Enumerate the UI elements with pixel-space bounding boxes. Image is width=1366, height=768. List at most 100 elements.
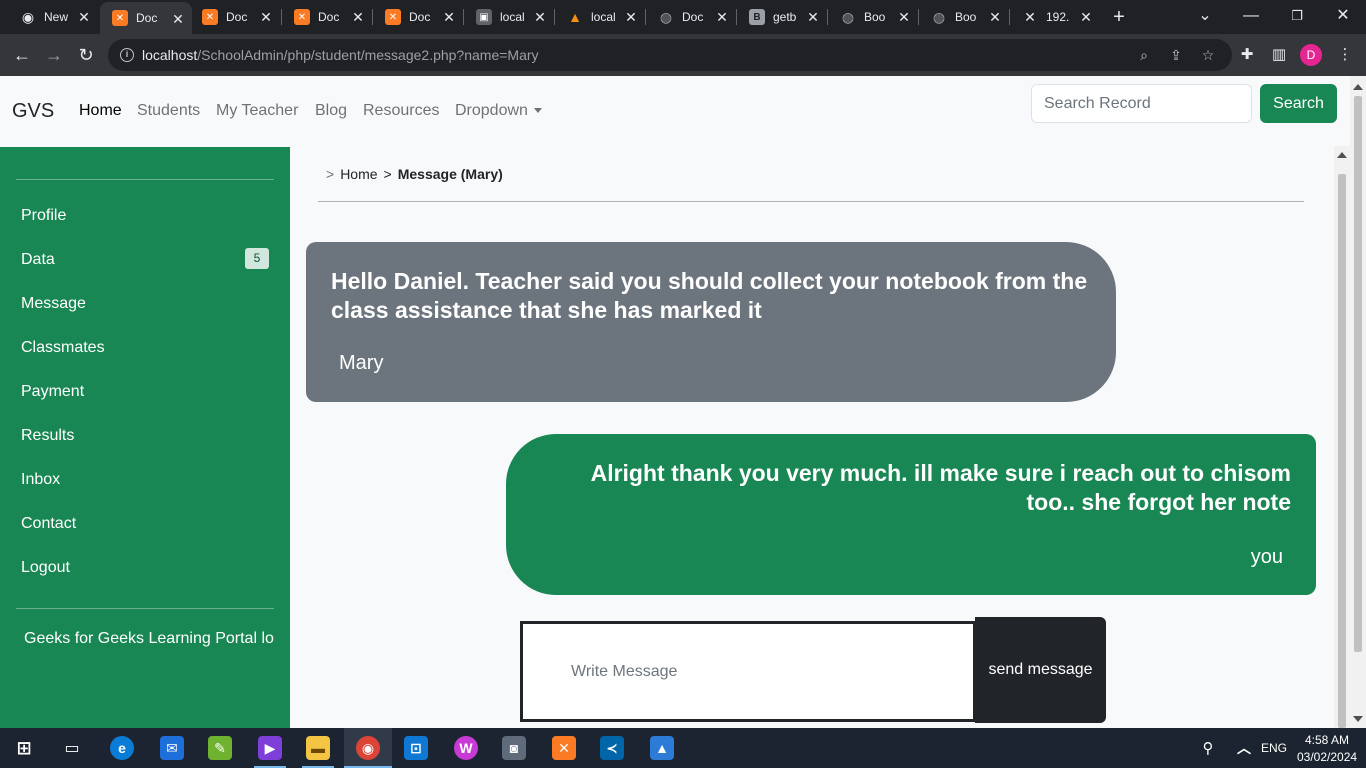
sidebar-item-classmates[interactable]: Classmates xyxy=(21,339,105,357)
zoom-search-icon[interactable]: ⌕ xyxy=(1136,47,1152,63)
tray-chevron-up-icon[interactable]: ︿ xyxy=(1232,736,1256,760)
nav-link-students[interactable]: Students xyxy=(137,102,200,120)
send-message-button[interactable]: send message xyxy=(975,617,1106,723)
chrome-taskbar-icon[interactable]: ◉ xyxy=(356,736,380,760)
clock-time[interactable]: 4:58 AM xyxy=(1305,733,1349,747)
profile-avatar[interactable]: D xyxy=(1300,44,1322,66)
close-window-button[interactable]: ✕ xyxy=(1320,4,1366,28)
scroll-down-arrow-icon[interactable] xyxy=(1353,716,1363,722)
clock-date[interactable]: 03/02/2024 xyxy=(1297,750,1357,764)
close-icon[interactable]: ✕ xyxy=(1078,9,1094,25)
close-icon[interactable]: ✕ xyxy=(987,9,1003,25)
visual-studio-icon[interactable]: ▶ xyxy=(258,736,282,760)
close-icon[interactable]: ✕ xyxy=(350,9,366,25)
brand-logo[interactable]: GVS xyxy=(12,100,54,123)
url-text[interactable]: localhost/SchoolAdmin/php/student/messag… xyxy=(142,47,539,63)
tab-title: Boo xyxy=(864,10,886,24)
camera-icon[interactable]: ◙ xyxy=(502,736,526,760)
close-icon[interactable]: ✕ xyxy=(623,9,639,25)
nav-link-my-teacher[interactable]: My Teacher xyxy=(216,102,298,120)
search-record-input[interactable] xyxy=(1031,84,1252,123)
tab-title: local xyxy=(500,10,525,24)
nav-dropdown-toggle[interactable]: Dropdown xyxy=(455,102,542,120)
nav-link-blog[interactable]: Blog xyxy=(315,102,347,120)
reload-icon[interactable]: ↻ xyxy=(74,43,98,67)
sidebar-item-payment[interactable]: Payment xyxy=(21,383,84,401)
people-icon[interactable]: ⚲ xyxy=(1196,736,1220,760)
tab-5[interactable]: ✕ Doc ✕ xyxy=(373,0,463,34)
sidebar-item-logout[interactable]: Logout xyxy=(21,559,70,577)
minimize-button[interactable]: — xyxy=(1228,4,1274,28)
close-icon[interactable]: ✕ xyxy=(805,9,821,25)
tab-1[interactable]: ◉ New ✕ xyxy=(8,0,98,34)
sidebar-item-contact[interactable]: Contact xyxy=(21,515,76,533)
forward-arrow-icon[interactable]: → xyxy=(42,43,66,67)
sidebar-item-message[interactable]: Message xyxy=(21,295,86,313)
breadcrumb-home[interactable]: Home xyxy=(340,166,377,182)
nav-dropdown-label: Dropdown xyxy=(455,102,528,119)
close-icon[interactable]: ✕ xyxy=(441,9,457,25)
tab-2-active[interactable]: ✕ Doc ✕ xyxy=(100,2,192,34)
mail-icon[interactable]: ✉ xyxy=(160,736,184,760)
sketch-app-icon[interactable]: ✎ xyxy=(208,736,232,760)
close-icon[interactable]: ✕ xyxy=(76,9,92,25)
tab-title: Doc xyxy=(136,11,158,25)
sidebar-item-inbox[interactable]: Inbox xyxy=(21,471,60,489)
task-view-icon[interactable]: ▭ xyxy=(60,736,84,760)
extensions-puzzle-icon[interactable]: ✚ xyxy=(1238,46,1256,64)
side-panel-icon[interactable]: ▥ xyxy=(1270,46,1288,64)
tab-10[interactable]: ◍ Boo ✕ xyxy=(828,0,918,34)
vscode-icon[interactable]: ≺ xyxy=(600,736,624,760)
file-explorer-icon[interactable]: ▬ xyxy=(306,736,330,760)
edge-icon[interactable]: e xyxy=(110,736,134,760)
chrome-icon: ◉ xyxy=(21,8,35,25)
tab-6[interactable]: ▣ local ✕ xyxy=(464,0,554,34)
new-tab-button[interactable]: + xyxy=(1108,6,1130,28)
windows-start-icon[interactable]: ⊞ xyxy=(12,736,36,760)
tab-4[interactable]: ✕ Doc ✕ xyxy=(282,0,372,34)
store-icon[interactable]: ⊡ xyxy=(404,736,428,760)
tab-12[interactable]: ✕ 192. ✕ xyxy=(1010,0,1100,34)
scroll-thumb[interactable] xyxy=(1338,174,1346,728)
close-icon[interactable]: ✕ xyxy=(714,9,730,25)
restore-button[interactable]: ❐ xyxy=(1274,4,1320,28)
tab-3[interactable]: ✕ Doc ✕ xyxy=(190,0,280,34)
tab-title: 192. xyxy=(1046,10,1070,24)
tab-search-chevron-icon[interactable]: ⌄ xyxy=(1182,4,1228,28)
search-button[interactable]: Search xyxy=(1260,84,1337,123)
back-arrow-icon[interactable]: ← xyxy=(10,43,34,67)
phpmyadmin-icon: ▣ xyxy=(476,9,492,25)
nav-link-resources[interactable]: Resources xyxy=(363,102,439,120)
tab-8[interactable]: ◍ Doc ✕ xyxy=(646,0,736,34)
scroll-up-arrow-icon[interactable] xyxy=(1337,152,1347,158)
scroll-up-arrow-icon[interactable] xyxy=(1353,84,1363,90)
kebab-menu-icon[interactable]: ⋮ xyxy=(1336,46,1354,64)
sidebar-item-results[interactable]: Results xyxy=(21,427,74,445)
close-icon[interactable]: ✕ xyxy=(532,9,548,25)
breadcrumb-current: Message (Mary) xyxy=(397,166,503,182)
breadcrumb-separator: > xyxy=(383,166,392,182)
write-message-input[interactable] xyxy=(520,621,976,722)
photos-icon[interactable]: ▲ xyxy=(650,736,674,760)
sidebar-item-profile[interactable]: Profile xyxy=(21,207,66,225)
tab-7[interactable]: ▲ local ✕ xyxy=(555,0,645,34)
scroll-thumb[interactable] xyxy=(1354,96,1362,652)
sidebar-item-data[interactable]: Data xyxy=(21,251,55,269)
close-icon[interactable]: ✕ xyxy=(170,11,186,27)
address-bar[interactable]: i localhost/SchoolAdmin/php/student/mess… xyxy=(108,39,1232,71)
page-scrollbar[interactable] xyxy=(1350,76,1366,728)
nav-link-home[interactable]: Home xyxy=(79,102,122,120)
share-icon[interactable]: ⇪ xyxy=(1168,47,1184,63)
language-indicator[interactable]: ENG xyxy=(1261,741,1287,755)
x-icon: ✕ xyxy=(1024,8,1036,25)
close-icon[interactable]: ✕ xyxy=(258,9,274,25)
content-scrollbar[interactable] xyxy=(1334,146,1350,728)
tab-11[interactable]: ◍ Boo ✕ xyxy=(919,0,1009,34)
breadcrumb: > Home > Message (Mary) xyxy=(326,166,503,182)
tab-9[interactable]: B getb ✕ xyxy=(737,0,827,34)
site-info-icon[interactable]: i xyxy=(120,48,134,62)
close-icon[interactable]: ✕ xyxy=(896,9,912,25)
wps-office-icon[interactable]: W xyxy=(454,736,478,760)
xampp-taskbar-icon[interactable]: ✕ xyxy=(552,736,576,760)
bookmark-star-icon[interactable]: ☆ xyxy=(1200,47,1216,63)
